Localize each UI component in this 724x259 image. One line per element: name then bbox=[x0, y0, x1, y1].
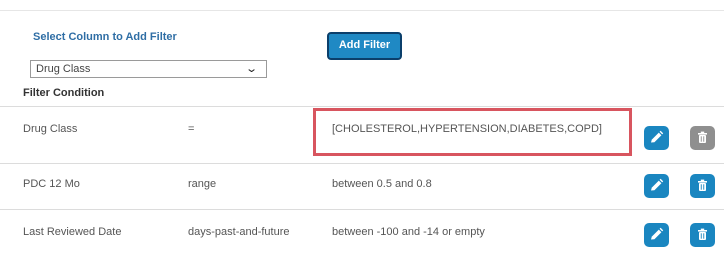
filter-column: Drug Class bbox=[23, 123, 78, 135]
edit-filter-button[interactable] bbox=[644, 223, 669, 247]
row-divider bbox=[0, 209, 724, 210]
pencil-icon bbox=[651, 178, 664, 191]
trash-icon bbox=[698, 228, 707, 240]
filter-operator: = bbox=[188, 123, 195, 135]
edit-filter-button[interactable] bbox=[644, 126, 669, 150]
row-divider bbox=[0, 163, 724, 164]
filter-value: between 0.5 and 0.8 bbox=[332, 178, 432, 190]
filter-column: PDC 12 Mo bbox=[23, 178, 80, 190]
highlight-box bbox=[313, 108, 632, 156]
select-column-label: Select Column to Add Filter bbox=[33, 31, 177, 43]
trash-icon bbox=[698, 179, 707, 191]
trash-icon bbox=[698, 131, 707, 143]
pencil-icon bbox=[651, 227, 664, 240]
filter-condition-label: Filter Condition bbox=[23, 87, 105, 99]
top-divider bbox=[0, 10, 724, 11]
filter-column: Last Reviewed Date bbox=[23, 226, 122, 238]
add-filter-button[interactable]: Add Filter bbox=[327, 32, 402, 60]
pencil-icon bbox=[651, 130, 664, 143]
delete-filter-button[interactable] bbox=[690, 223, 715, 247]
filter-operator: range bbox=[188, 178, 217, 190]
filter-row: PDC 12 Mo range between 0.5 and 0.8 bbox=[0, 163, 724, 209]
chevron-down-icon: ⌄ bbox=[244, 63, 258, 75]
delete-filter-button[interactable] bbox=[690, 174, 715, 198]
filter-operator: days-past-and-future bbox=[188, 226, 290, 238]
column-select-value: Drug Class bbox=[36, 63, 91, 75]
filter-panel: Select Column to Add Filter Drug Class ⌄… bbox=[0, 0, 724, 259]
column-select[interactable]: Drug Class ⌄ bbox=[30, 60, 267, 78]
delete-filter-button[interactable] bbox=[690, 126, 715, 150]
filter-row: Last Reviewed Date days-past-and-future … bbox=[0, 209, 724, 259]
edit-filter-button[interactable] bbox=[644, 174, 669, 198]
filter-value: between -100 and -14 or empty bbox=[332, 226, 485, 238]
row-divider bbox=[0, 106, 724, 107]
